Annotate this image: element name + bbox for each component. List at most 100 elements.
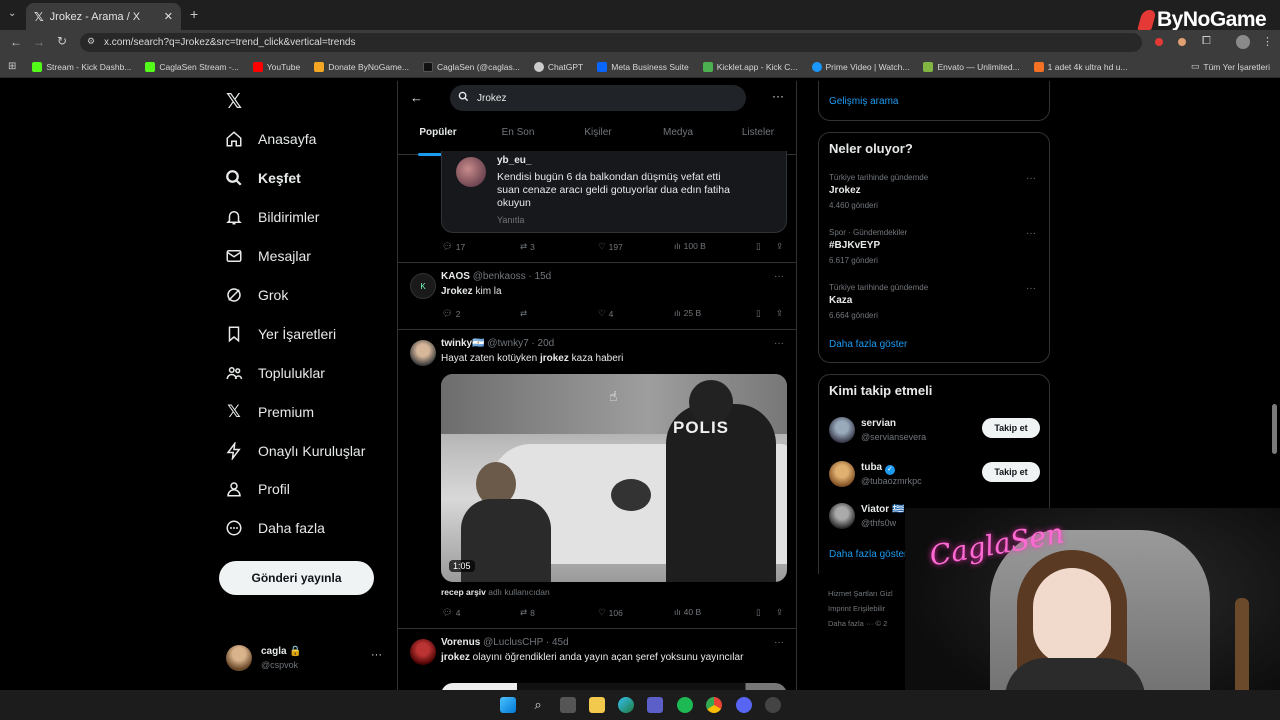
footer-link[interactable]: Gizl <box>880 589 893 598</box>
nav-explore[interactable]: Keşfet <box>224 168 301 188</box>
like-button[interactable]: ♡ 197 <box>598 241 623 252</box>
chrome-icon[interactable] <box>706 697 722 713</box>
account-switcher[interactable]: cagla 🔒 @cspvok ··· <box>226 643 386 675</box>
reply-button[interactable]: 💬︎ 2 <box>442 308 461 319</box>
tweet-more-icon[interactable]: ··· <box>774 338 784 349</box>
show-more-link[interactable]: Daha fazla göster <box>829 339 907 350</box>
views-button[interactable]: ılı 40 B <box>674 607 701 617</box>
nav-home[interactable]: Anasayfa <box>224 129 316 149</box>
repost-button[interactable]: ⇄ <box>520 308 530 319</box>
reply-button[interactable]: 💬︎ 4 <box>442 607 461 618</box>
tab-media[interactable]: Medya <box>638 121 718 154</box>
post-button[interactable]: Gönderi yayınla <box>219 561 374 595</box>
bookmark-item[interactable]: Stream - Kick Dashb... <box>32 61 131 72</box>
tweet-more-icon[interactable]: ··· <box>774 271 784 282</box>
browser-menu-icon[interactable]: ⋮ <box>1262 35 1273 48</box>
nav-communities[interactable]: Topluluklar <box>224 363 325 383</box>
footer-link[interactable]: Daha fazla ··· <box>828 619 873 628</box>
bookmark-item[interactable]: CaglaSen Stream -... <box>145 61 239 72</box>
extension-orange-icon[interactable] <box>1178 38 1186 46</box>
follow-button[interactable]: Takip et <box>982 462 1040 482</box>
trend-more-icon[interactable]: ··· <box>1026 283 1036 294</box>
trend-item[interactable]: Türkiye tarihinde gündemde Kaza 6.664 gö… <box>819 281 1049 331</box>
bookmark-item[interactable]: Donate ByNoGame... <box>314 61 409 72</box>
footer-link[interactable]: Hizmet Şartları <box>828 589 878 598</box>
reply-button[interactable]: 💬︎ 17 <box>442 241 465 252</box>
repost-button[interactable]: ⇄ 8 <box>520 607 535 618</box>
nav-bookmarks[interactable]: Yer İşaretleri <box>224 324 336 344</box>
reload-icon[interactable]: ↻ <box>57 34 67 48</box>
tab-search-chevron-icon[interactable]: ⌄ <box>8 8 16 19</box>
bookmark-item[interactable]: Prime Video | Watch... <box>811 61 909 72</box>
apps-grid-icon[interactable]: ⊞ <box>8 61 16 72</box>
forward-arrow-icon[interactable]: → <box>33 35 45 49</box>
share-button[interactable]: ⇪ <box>776 308 783 319</box>
windows-start-icon[interactable] <box>500 697 516 713</box>
edge-icon[interactable] <box>618 697 634 713</box>
trend-item[interactable]: Spor · Gündemdekiler #BJKvEYP 6.617 gönd… <box>819 226 1049 276</box>
bookmark-item[interactable]: Meta Business Suite <box>597 61 689 72</box>
bookmark-button[interactable]: ▯ <box>756 241 761 252</box>
views-button[interactable]: ılı 100 B <box>674 241 706 251</box>
all-bookmarks[interactable]: ▭ Tüm Yer İşaretleri <box>1191 61 1270 72</box>
profile-avatar-icon[interactable] <box>1236 35 1250 49</box>
file-explorer-icon[interactable] <box>589 697 605 713</box>
obs-icon[interactable] <box>765 697 781 713</box>
back-arrow-icon[interactable]: ← <box>10 35 22 49</box>
spotify-icon[interactable] <box>677 697 693 713</box>
tab-people[interactable]: Kişiler <box>558 121 638 154</box>
bookmark-item[interactable]: 1 adet 4k ultra hd u... <box>1033 61 1128 72</box>
nav-premium[interactable]: 𝕏 Premium <box>224 402 314 422</box>
bookmark-item[interactable]: Kicklet.app - Kick C... <box>702 61 798 72</box>
extensions-puzzle-icon[interactable]: ⧠ <box>1202 35 1211 48</box>
tweet[interactable]: twinky🇦🇷 @twnky7 · 20d ··· Hayat zaten k… <box>398 330 796 625</box>
reply-link[interactable]: Yanıtla <box>497 215 524 225</box>
tweet-video[interactable]: POLIS 1:05 <box>441 374 787 582</box>
nav-verified-orgs[interactable]: Onaylı Kuruluşlar <box>224 441 365 461</box>
trend-more-icon[interactable]: ··· <box>1026 173 1036 184</box>
nav-messages[interactable]: Mesajlar <box>224 246 311 266</box>
extension-red-icon[interactable] <box>1155 38 1163 46</box>
bookmark-item[interactable]: ChatGPT <box>533 61 583 72</box>
quoted-tweet-card[interactable]: yb_eu_ Kendisi bugün 6 da balkondan düşm… <box>441 151 787 233</box>
nav-notifications[interactable]: Bildirimler <box>224 207 319 227</box>
tab-popular[interactable]: Popüler <box>398 121 478 156</box>
tab-lists[interactable]: Listeler <box>718 121 796 154</box>
search-more-icon[interactable]: ··· <box>772 89 784 103</box>
like-button[interactable]: ♡ 4 <box>598 308 613 319</box>
bookmark-item[interactable]: YouTube <box>252 61 300 72</box>
views-button[interactable]: ılı 25 B <box>674 308 701 318</box>
address-bar[interactable]: ⚙ x.com/search?q=Jrokez&src=trend_click&… <box>80 33 1142 52</box>
nav-more[interactable]: Daha fazla <box>224 518 325 538</box>
bookmark-item[interactable]: Envato — Unlimited... <box>923 61 1020 72</box>
more-dots-icon[interactable]: ··· <box>371 649 382 661</box>
footer-link[interactable]: Imprint <box>828 604 851 613</box>
share-button[interactable]: ⇪ <box>776 607 783 618</box>
tab-close-icon[interactable]: ✕ <box>164 10 173 23</box>
browser-tab-active[interactable]: 𝕏 Jrokez - Arama / X ✕ <box>26 3 181 30</box>
page-scrollbar[interactable] <box>1272 404 1277 454</box>
footer-link[interactable]: Erişilebilir <box>853 604 885 613</box>
new-tab-plus-icon[interactable]: + <box>190 6 198 22</box>
search-icon[interactable]: ⌕ <box>530 697 546 713</box>
site-info-icon[interactable]: ⚙ <box>87 36 95 47</box>
task-view-icon[interactable] <box>560 697 576 713</box>
x-logo-icon[interactable]: 𝕏 <box>226 89 242 114</box>
back-arrow-icon[interactable]: ← <box>410 90 423 105</box>
bookmark-button[interactable]: ▯ <box>756 607 761 618</box>
repost-button[interactable]: ⇄ 3 <box>520 241 535 252</box>
show-more-link[interactable]: Daha fazla göster <box>829 549 907 560</box>
discord-icon[interactable] <box>736 697 752 713</box>
bookmark-button[interactable]: ▯ <box>756 308 761 319</box>
nav-profile[interactable]: Profil <box>224 479 290 499</box>
teams-icon[interactable] <box>647 697 663 713</box>
trend-more-icon[interactable]: ··· <box>1026 228 1036 239</box>
tweet-more-icon[interactable]: ··· <box>774 637 784 648</box>
share-button[interactable]: ⇪ <box>776 241 783 252</box>
tab-latest[interactable]: En Son <box>478 121 558 154</box>
search-input[interactable]: Jrokez <box>450 85 746 111</box>
like-button[interactable]: ♡ 106 <box>598 607 623 618</box>
bookmark-item[interactable]: CaglaSen (@caglas... <box>423 61 520 72</box>
trend-item[interactable]: Türkiye tarihinde gündemde Jrokez 4.460 … <box>819 171 1049 221</box>
nav-grok[interactable]: Grok <box>224 285 288 305</box>
